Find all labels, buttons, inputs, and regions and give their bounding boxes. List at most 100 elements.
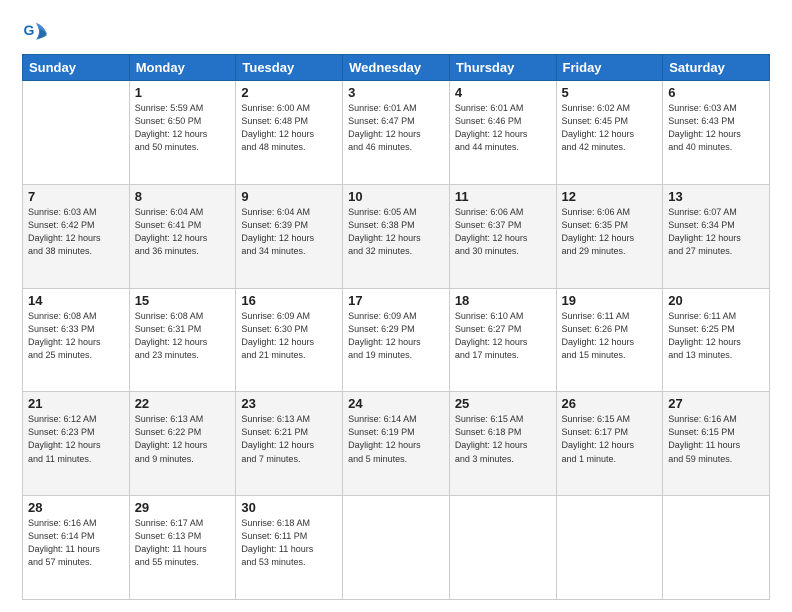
cell-info: Sunrise: 6:04 AM Sunset: 6:41 PM Dayligh… [135, 206, 231, 258]
cell-day-number: 8 [135, 189, 231, 204]
cell-info: Sunrise: 6:13 AM Sunset: 6:21 PM Dayligh… [241, 413, 337, 465]
weekday-header-saturday: Saturday [663, 55, 770, 81]
cell-day-number: 29 [135, 500, 231, 515]
calendar-cell: 3 Sunrise: 6:01 AM Sunset: 6:47 PM Daylig… [343, 81, 450, 185]
cell-info: Sunrise: 6:13 AM Sunset: 6:22 PM Dayligh… [135, 413, 231, 465]
cell-info: Sunrise: 6:16 AM Sunset: 6:14 PM Dayligh… [28, 517, 124, 569]
header: G [22, 18, 770, 46]
cell-info: Sunrise: 6:09 AM Sunset: 6:29 PM Dayligh… [348, 310, 444, 362]
weekday-header-row: SundayMondayTuesdayWednesdayThursdayFrid… [23, 55, 770, 81]
cell-info: Sunrise: 6:06 AM Sunset: 6:37 PM Dayligh… [455, 206, 551, 258]
cell-day-number: 19 [562, 293, 658, 308]
calendar-cell: 1Sunrise: 5:59 AM Sunset: 6:50 PM Daylig… [129, 81, 236, 185]
cell-day-number: 21 [28, 396, 124, 411]
cell-day-number: 12 [562, 189, 658, 204]
calendar-cell: 11 Sunrise: 6:06 AM Sunset: 6:37 PM Dayli… [449, 184, 556, 288]
cell-day-number: 26 [562, 396, 658, 411]
calendar-cell: 28 Sunrise: 6:16 AM Sunset: 6:14 PM Dayli… [23, 496, 130, 600]
week-row-3: 14 Sunrise: 6:08 AM Sunset: 6:33 PM Dayli… [23, 288, 770, 392]
cell-day-number: 27 [668, 396, 764, 411]
week-row-4: 21 Sunrise: 6:12 AM Sunset: 6:23 PM Dayli… [23, 392, 770, 496]
calendar-cell: 26 Sunrise: 6:15 AM Sunset: 6:17 PM Dayli… [556, 392, 663, 496]
cell-info: Sunrise: 6:04 AM Sunset: 6:39 PM Dayligh… [241, 206, 337, 258]
calendar-cell [663, 496, 770, 600]
cell-info: Sunrise: 6:15 AM Sunset: 6:18 PM Dayligh… [455, 413, 551, 465]
cell-info: Sunrise: 6:07 AM Sunset: 6:34 PM Dayligh… [668, 206, 764, 258]
calendar-cell: 19 Sunrise: 6:11 AM Sunset: 6:26 PM Dayli… [556, 288, 663, 392]
calendar-cell: 27 Sunrise: 6:16 AM Sunset: 6:15 PM Dayli… [663, 392, 770, 496]
cell-info: Sunrise: 6:15 AM Sunset: 6:17 PM Dayligh… [562, 413, 658, 465]
logo: G [22, 18, 54, 46]
calendar-cell: 16 Sunrise: 6:09 AM Sunset: 6:30 PM Dayli… [236, 288, 343, 392]
calendar-cell: 30Sunrise: 6:18 AM Sunset: 6:11 PM Dayli… [236, 496, 343, 600]
cell-info: Sunrise: 6:11 AM Sunset: 6:25 PM Dayligh… [668, 310, 764, 362]
cell-day-number: 14 [28, 293, 124, 308]
weekday-header-wednesday: Wednesday [343, 55, 450, 81]
calendar-cell: 6 Sunrise: 6:03 AM Sunset: 6:43 PM Daylig… [663, 81, 770, 185]
calendar-cell: 8 Sunrise: 6:04 AM Sunset: 6:41 PM Daylig… [129, 184, 236, 288]
weekday-header-sunday: Sunday [23, 55, 130, 81]
cell-day-number: 15 [135, 293, 231, 308]
weekday-header-monday: Monday [129, 55, 236, 81]
calendar-cell [23, 81, 130, 185]
cell-day-number: 3 [348, 85, 444, 100]
calendar-cell: 20 Sunrise: 6:11 AM Sunset: 6:25 PM Dayli… [663, 288, 770, 392]
cell-info: Sunrise: 6:05 AM Sunset: 6:38 PM Dayligh… [348, 206, 444, 258]
cell-day-number: 10 [348, 189, 444, 204]
cell-info: Sunrise: 6:10 AM Sunset: 6:27 PM Dayligh… [455, 310, 551, 362]
calendar-cell: 21 Sunrise: 6:12 AM Sunset: 6:23 PM Dayli… [23, 392, 130, 496]
calendar-cell: 10 Sunrise: 6:05 AM Sunset: 6:38 PM Dayli… [343, 184, 450, 288]
week-row-2: 7 Sunrise: 6:03 AM Sunset: 6:42 PM Daylig… [23, 184, 770, 288]
cell-day-number: 9 [241, 189, 337, 204]
cell-info: Sunrise: 6:16 AM Sunset: 6:15 PM Dayligh… [668, 413, 764, 465]
calendar-table: SundayMondayTuesdayWednesdayThursdayFrid… [22, 54, 770, 600]
cell-day-number: 17 [348, 293, 444, 308]
calendar-cell: 9 Sunrise: 6:04 AM Sunset: 6:39 PM Daylig… [236, 184, 343, 288]
cell-info: Sunrise: 5:59 AM Sunset: 6:50 PM Dayligh… [135, 102, 231, 154]
cell-day-number: 6 [668, 85, 764, 100]
week-row-5: 28 Sunrise: 6:16 AM Sunset: 6:14 PM Dayli… [23, 496, 770, 600]
cell-info: Sunrise: 6:03 AM Sunset: 6:43 PM Dayligh… [668, 102, 764, 154]
cell-day-number: 16 [241, 293, 337, 308]
logo-icon: G [22, 18, 50, 46]
cell-day-number: 25 [455, 396, 551, 411]
calendar-cell [343, 496, 450, 600]
weekday-header-tuesday: Tuesday [236, 55, 343, 81]
cell-day-number: 24 [348, 396, 444, 411]
calendar-cell: 22 Sunrise: 6:13 AM Sunset: 6:22 PM Dayli… [129, 392, 236, 496]
cell-day-number: 11 [455, 189, 551, 204]
cell-info: Sunrise: 6:06 AM Sunset: 6:35 PM Dayligh… [562, 206, 658, 258]
calendar-cell: 5 Sunrise: 6:02 AM Sunset: 6:45 PM Daylig… [556, 81, 663, 185]
cell-info: Sunrise: 6:02 AM Sunset: 6:45 PM Dayligh… [562, 102, 658, 154]
cell-info: Sunrise: 6:08 AM Sunset: 6:33 PM Dayligh… [28, 310, 124, 362]
cell-info: Sunrise: 6:01 AM Sunset: 6:47 PM Dayligh… [348, 102, 444, 154]
weekday-header-friday: Friday [556, 55, 663, 81]
cell-info: Sunrise: 6:08 AM Sunset: 6:31 PM Dayligh… [135, 310, 231, 362]
calendar-cell: 13 Sunrise: 6:07 AM Sunset: 6:34 PM Dayli… [663, 184, 770, 288]
cell-day-number: 22 [135, 396, 231, 411]
calendar-cell: 14 Sunrise: 6:08 AM Sunset: 6:33 PM Dayli… [23, 288, 130, 392]
cell-day-number: 20 [668, 293, 764, 308]
cell-day-number: 23 [241, 396, 337, 411]
week-row-1: 1Sunrise: 5:59 AM Sunset: 6:50 PM Daylig… [23, 81, 770, 185]
page: G SundayMondayTuesdayWednesdayThursdayFr… [0, 0, 792, 612]
cell-info: Sunrise: 6:03 AM Sunset: 6:42 PM Dayligh… [28, 206, 124, 258]
cell-day-number: 28 [28, 500, 124, 515]
cell-info: Sunrise: 6:18 AM Sunset: 6:11 PM Dayligh… [241, 517, 337, 569]
cell-info: Sunrise: 6:09 AM Sunset: 6:30 PM Dayligh… [241, 310, 337, 362]
cell-info: Sunrise: 6:14 AM Sunset: 6:19 PM Dayligh… [348, 413, 444, 465]
calendar-cell: 4Sunrise: 6:01 AM Sunset: 6:46 PM Daylig… [449, 81, 556, 185]
cell-day-number: 7 [28, 189, 124, 204]
cell-info: Sunrise: 6:12 AM Sunset: 6:23 PM Dayligh… [28, 413, 124, 465]
calendar-cell: 17 Sunrise: 6:09 AM Sunset: 6:29 PM Dayli… [343, 288, 450, 392]
calendar-cell: 29 Sunrise: 6:17 AM Sunset: 6:13 PM Dayli… [129, 496, 236, 600]
calendar-cell: 18Sunrise: 6:10 AM Sunset: 6:27 PM Dayli… [449, 288, 556, 392]
cell-info: Sunrise: 6:17 AM Sunset: 6:13 PM Dayligh… [135, 517, 231, 569]
cell-day-number: 4 [455, 85, 551, 100]
cell-day-number: 5 [562, 85, 658, 100]
calendar-cell: 12 Sunrise: 6:06 AM Sunset: 6:35 PM Dayli… [556, 184, 663, 288]
calendar-cell: 7 Sunrise: 6:03 AM Sunset: 6:42 PM Daylig… [23, 184, 130, 288]
cell-day-number: 13 [668, 189, 764, 204]
cell-info: Sunrise: 6:11 AM Sunset: 6:26 PM Dayligh… [562, 310, 658, 362]
calendar-cell [556, 496, 663, 600]
